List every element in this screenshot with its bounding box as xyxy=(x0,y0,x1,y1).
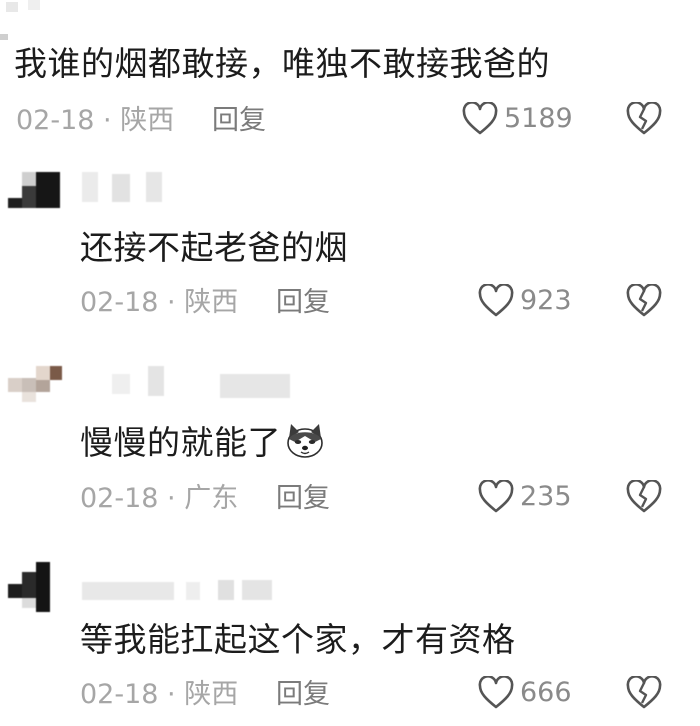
dislike-button[interactable] xyxy=(626,675,662,714)
comment-meta: 02-18 · 陕西 xyxy=(80,678,238,712)
avatar-blurred[interactable] xyxy=(8,172,62,208)
comment-location: 陕西 xyxy=(184,679,239,710)
meta-separator: · xyxy=(94,105,121,136)
heart-outline-icon xyxy=(478,284,514,317)
like-button[interactable]: 235 xyxy=(478,480,572,514)
broken-heart-icon xyxy=(626,283,662,317)
comment-date: 02-18 xyxy=(80,679,159,710)
comment-text: 慢慢的就能了 xyxy=(80,422,325,469)
dislike-button[interactable] xyxy=(626,101,662,140)
avatar-blurred[interactable] xyxy=(8,366,62,402)
username-blurred[interactable] xyxy=(82,366,292,400)
reply-button[interactable]: 回复 xyxy=(212,104,266,138)
dislike-button[interactable] xyxy=(626,479,662,518)
like-button[interactable]: 5189 xyxy=(462,102,573,136)
broken-heart-icon xyxy=(626,675,662,709)
broken-heart-icon xyxy=(626,101,662,135)
dislike-button[interactable] xyxy=(626,283,662,322)
meta-separator: · xyxy=(158,483,185,514)
meta-separator: · xyxy=(158,287,185,318)
like-button[interactable]: 666 xyxy=(478,676,572,710)
like-count: 235 xyxy=(520,481,572,512)
reply-button[interactable]: 回复 xyxy=(276,286,330,320)
like-button[interactable]: 923 xyxy=(478,284,572,318)
comment-location: 陕西 xyxy=(120,105,175,136)
username-blurred[interactable] xyxy=(82,572,292,606)
heart-outline-icon xyxy=(478,676,514,709)
husky-dog-emoji xyxy=(285,422,325,469)
comment-date: 02-18 xyxy=(80,287,159,318)
comment-location: 广东 xyxy=(184,483,239,514)
heart-outline-icon xyxy=(478,480,514,513)
comment-text-content: 慢慢的就能了 xyxy=(80,423,281,462)
username-blurred[interactable] xyxy=(82,172,172,206)
like-count: 923 xyxy=(520,285,572,316)
avatar-blurred[interactable] xyxy=(0,0,50,40)
comment-text: 等我能扛起这个家，才有资格 xyxy=(80,620,516,659)
comment-text: 我谁的烟都敢接，唯独不敢接我爸的 xyxy=(14,44,550,83)
comment-meta: 02-18 · 陕西 xyxy=(16,104,174,138)
comment-meta: 02-18 · 陕西 xyxy=(80,286,238,320)
like-count: 666 xyxy=(520,677,572,708)
meta-separator: · xyxy=(158,679,185,710)
broken-heart-icon xyxy=(626,479,662,513)
like-count: 5189 xyxy=(504,103,573,134)
reply-button[interactable]: 回复 xyxy=(276,482,330,516)
heart-outline-icon xyxy=(462,102,498,135)
avatar-blurred[interactable] xyxy=(8,562,62,612)
comment-date: 02-18 xyxy=(16,105,95,136)
comment-meta: 02-18 · 广东 xyxy=(80,482,238,516)
reply-button[interactable]: 回复 xyxy=(276,678,330,712)
comment-location: 陕西 xyxy=(184,287,239,318)
comment-date: 02-18 xyxy=(80,483,159,514)
comment-text: 还接不起老爸的烟 xyxy=(80,228,348,267)
